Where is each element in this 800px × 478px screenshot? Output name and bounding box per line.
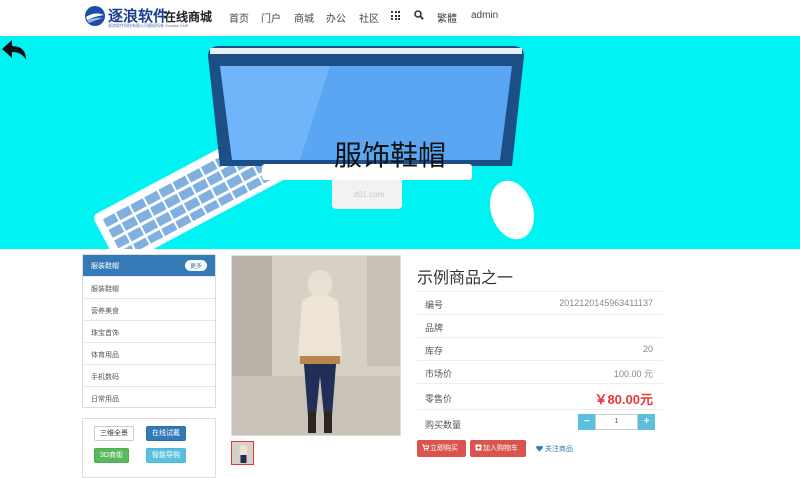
row-market-price: 市场价 100.00 元 bbox=[417, 360, 663, 383]
nav-community[interactable]: 社区 bbox=[359, 10, 379, 25]
product-title: 示例商品之一 bbox=[417, 268, 514, 287]
market-price-label: 市场价 bbox=[425, 369, 453, 379]
brand-label: 品牌 bbox=[425, 323, 444, 333]
row-price: 零售价 ￥80.00元 bbox=[417, 383, 663, 409]
buy-now-button[interactable]: 立即购买 bbox=[417, 440, 466, 457]
nav-user[interactable]: admin bbox=[471, 10, 498, 21]
sidebar-item-jewelry[interactable]: 珠宝首饰 bbox=[83, 320, 215, 342]
thumbnail-photo bbox=[232, 442, 253, 464]
nav-portal[interactable]: 门户 bbox=[261, 10, 281, 25]
sidebar-heading-label: 服装鞋帽 bbox=[91, 263, 119, 270]
nav-office[interactable]: 办公 bbox=[326, 10, 346, 25]
site-title: 在线商城 bbox=[164, 10, 213, 24]
search-icon[interactable] bbox=[414, 10, 424, 20]
sidebar-item-daily[interactable]: 日常用品 bbox=[83, 386, 215, 408]
price-value: ￥80.00元 bbox=[594, 392, 653, 407]
product-main-image[interactable] bbox=[231, 255, 401, 436]
quantity-label: 购买数量 bbox=[425, 420, 462, 430]
heart-icon bbox=[536, 445, 543, 452]
back-arrow-icon[interactable] bbox=[0, 36, 30, 64]
quantity-input[interactable]: 1 bbox=[595, 414, 638, 430]
stock-value: 20 bbox=[642, 344, 653, 354]
follow-label: 关注商品 bbox=[544, 446, 573, 453]
nav-traditional[interactable]: 繁體 bbox=[437, 10, 457, 25]
market-price-value: 100.00 元 bbox=[613, 369, 653, 379]
sidebar-item-sports[interactable]: 体育用品 bbox=[83, 342, 215, 364]
tag-try-on[interactable]: 在线试戴 bbox=[146, 426, 186, 441]
quantity-decrease-button[interactable]: − bbox=[578, 414, 595, 430]
logo-globe-icon bbox=[85, 6, 105, 26]
feature-tags-box: 三维全景 在线试戴 3D商街 智能导购 bbox=[82, 418, 216, 478]
quantity-increase-button[interactable]: + bbox=[638, 414, 655, 430]
more-badge[interactable]: 更多 bbox=[184, 260, 207, 271]
sidebar-item-food[interactable]: 营养美食 bbox=[83, 298, 215, 320]
banner-title: 服饰鞋帽 bbox=[334, 139, 447, 172]
product-thumbnail[interactable] bbox=[231, 441, 254, 465]
plus-square-icon bbox=[475, 444, 482, 451]
row-code: 编号 2012120145963411137 bbox=[417, 291, 663, 314]
tag-3d-street[interactable]: 3D商街 bbox=[94, 448, 129, 463]
row-stock: 库存 20 bbox=[417, 337, 663, 360]
buy-now-label: 立即购买 bbox=[430, 445, 458, 452]
cart-icon bbox=[422, 444, 430, 451]
category-banner: 服饰鞋帽 z01.com bbox=[0, 36, 800, 249]
top-navbar: 逐浪软件 逐浪软件科技有限公司版权所有 Zoomla CMS 在线商城 首页 门… bbox=[0, 0, 800, 35]
code-value: 2012120145963411137 bbox=[559, 298, 653, 308]
apps-grid-icon[interactable] bbox=[391, 11, 400, 20]
sidebar-item-digital[interactable]: 手机数码 bbox=[83, 364, 215, 386]
tag-3d-panorama[interactable]: 三维全景 bbox=[94, 426, 134, 441]
follow-product-link[interactable]: 关注商品 bbox=[536, 444, 573, 454]
code-label: 编号 bbox=[425, 300, 444, 310]
price-label: 零售价 bbox=[425, 394, 453, 404]
banner-watermark: z01.com bbox=[354, 190, 385, 199]
product-photo bbox=[232, 256, 400, 435]
stock-label: 库存 bbox=[425, 346, 444, 356]
row-brand: 品牌 bbox=[417, 314, 663, 337]
category-sidebar: 服装鞋帽 更多 服装鞋帽 营养美食 珠宝首饰 体育用品 手机数码 日常用品 bbox=[82, 254, 216, 408]
sidebar-item-apparel[interactable]: 服装鞋帽 bbox=[83, 276, 215, 298]
sidebar-heading[interactable]: 服装鞋帽 更多 bbox=[83, 255, 215, 276]
add-to-cart-label: 加入购物车 bbox=[483, 445, 518, 452]
nav-home[interactable]: 首页 bbox=[229, 10, 249, 25]
quantity-stepper: − 1 + bbox=[578, 414, 655, 430]
add-to-cart-button[interactable]: 加入购物车 bbox=[470, 440, 526, 457]
tag-smart-guide[interactable]: 智能导购 bbox=[146, 448, 186, 463]
nav-shop[interactable]: 商城 bbox=[294, 10, 314, 25]
